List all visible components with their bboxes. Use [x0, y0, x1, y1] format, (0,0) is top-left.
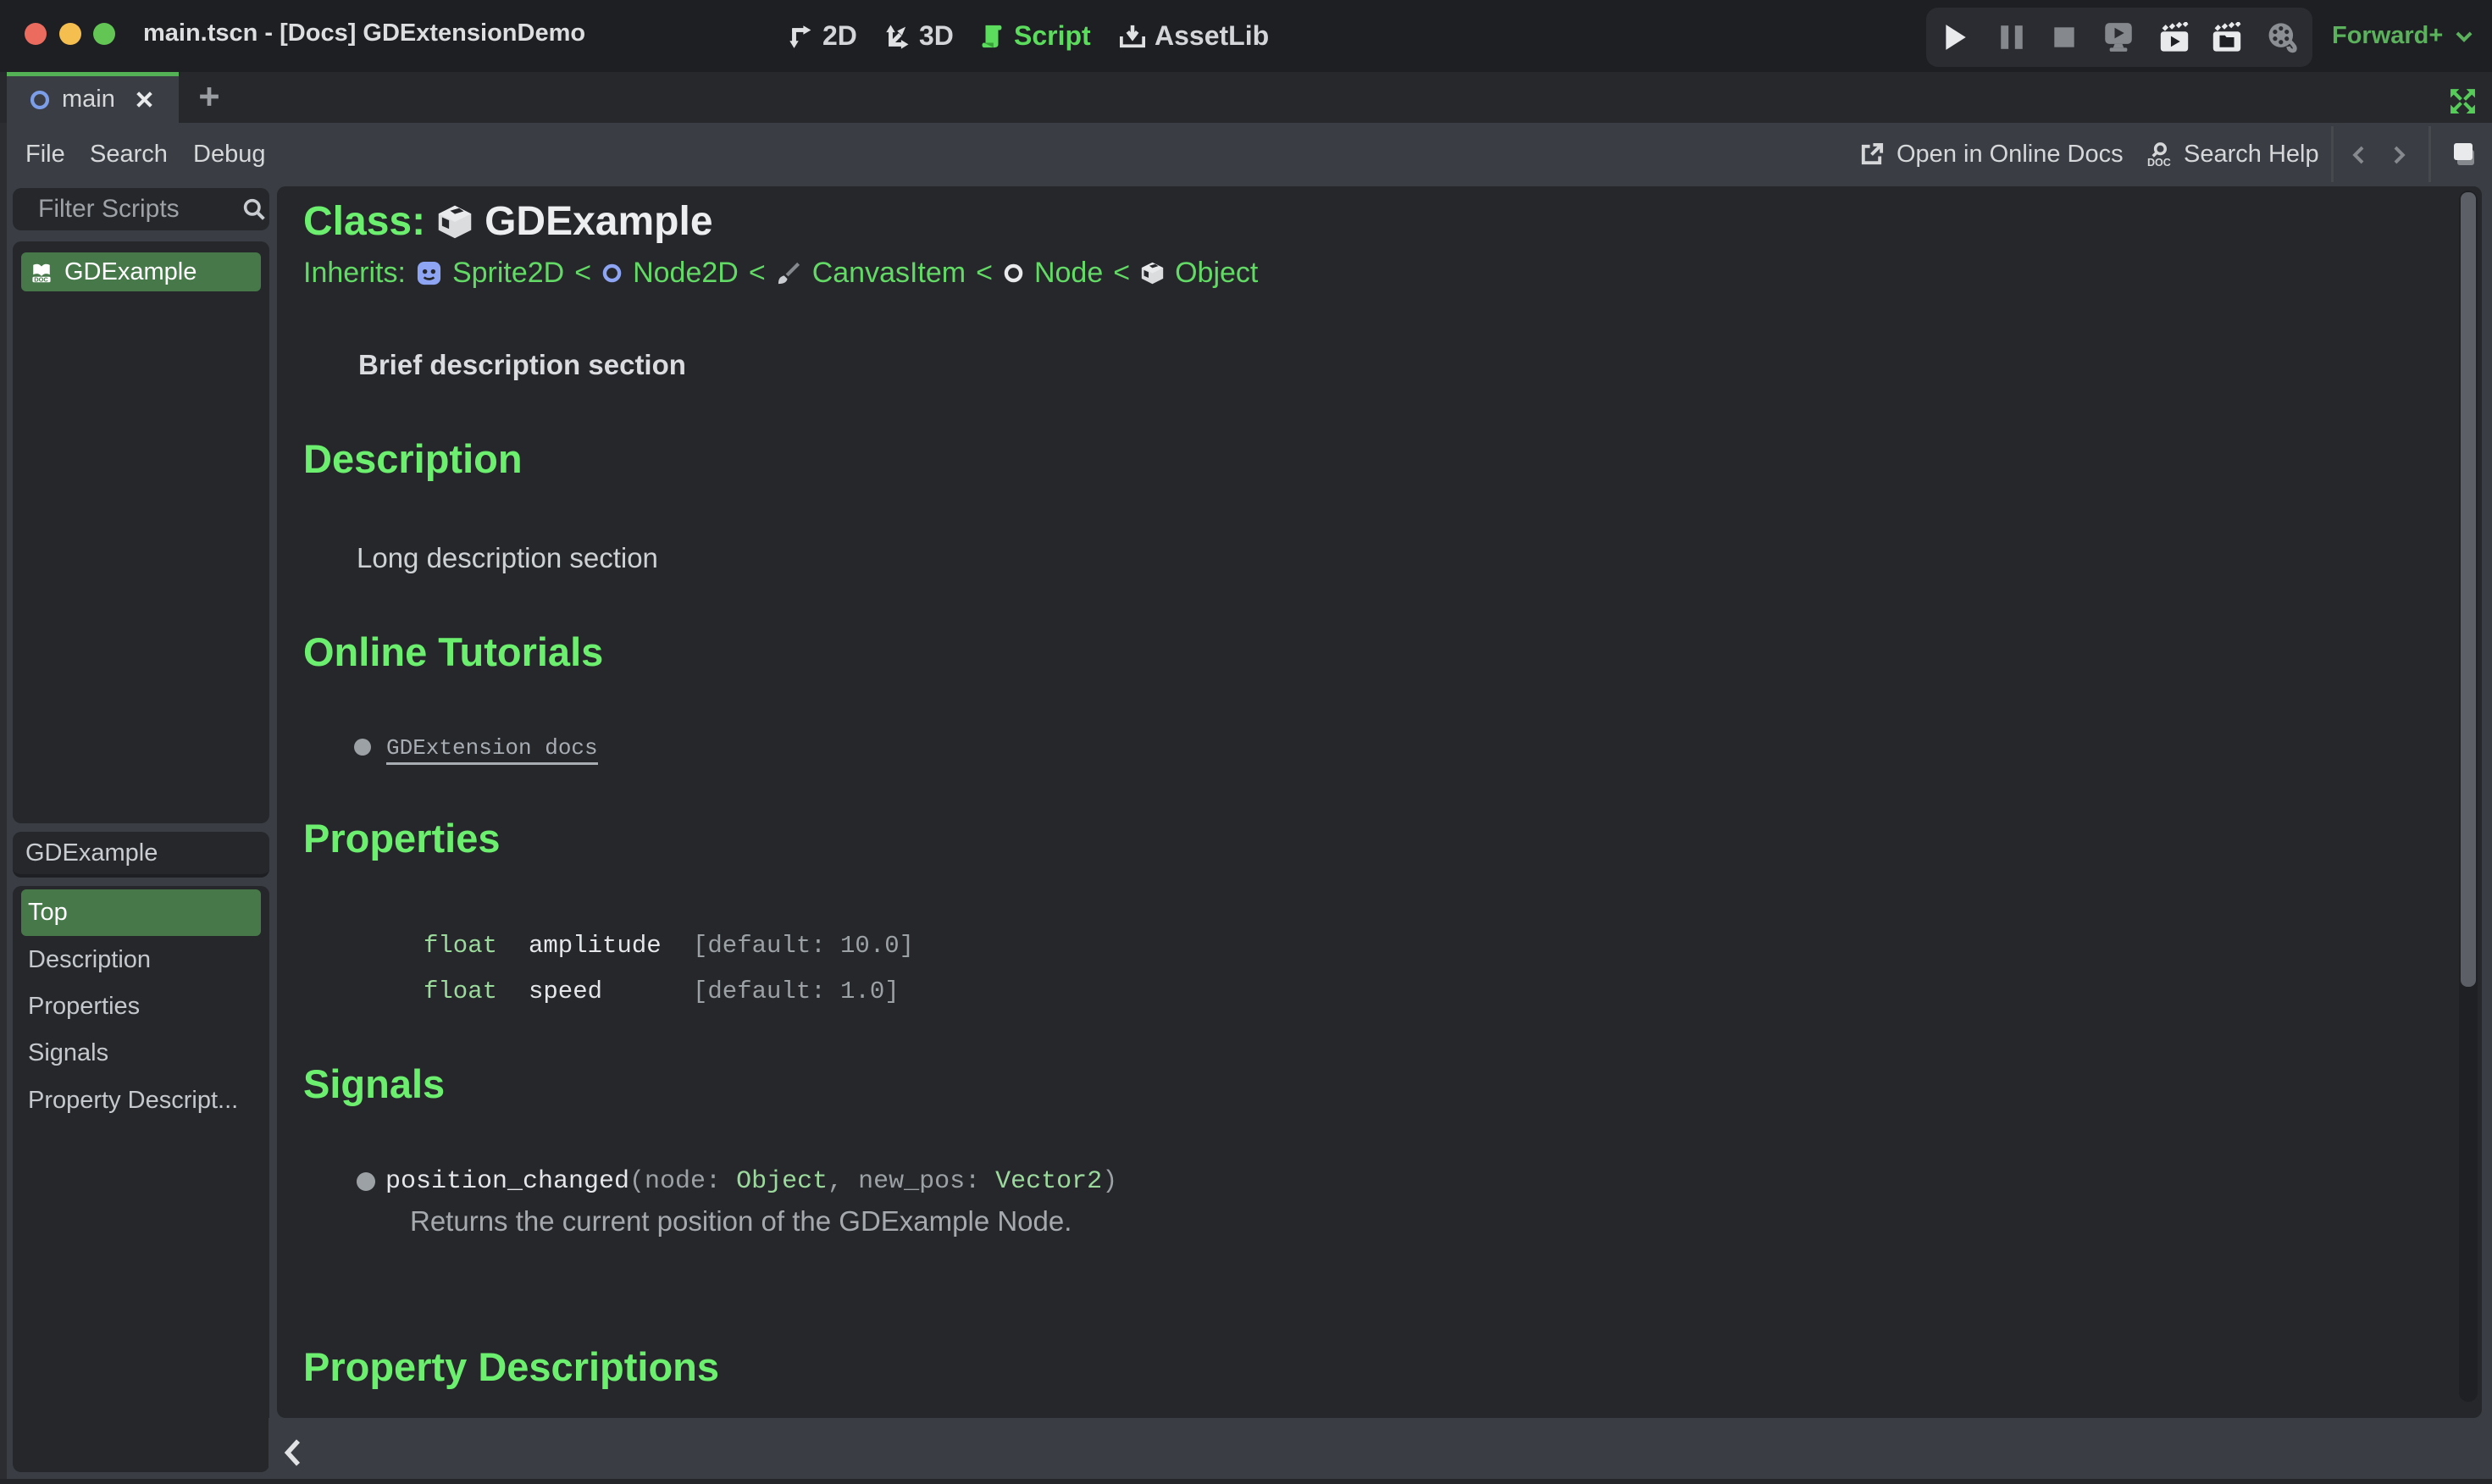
svg-text:DOC: DOC [2147, 157, 2171, 168]
svg-text:DOC: DOC [34, 276, 48, 283]
